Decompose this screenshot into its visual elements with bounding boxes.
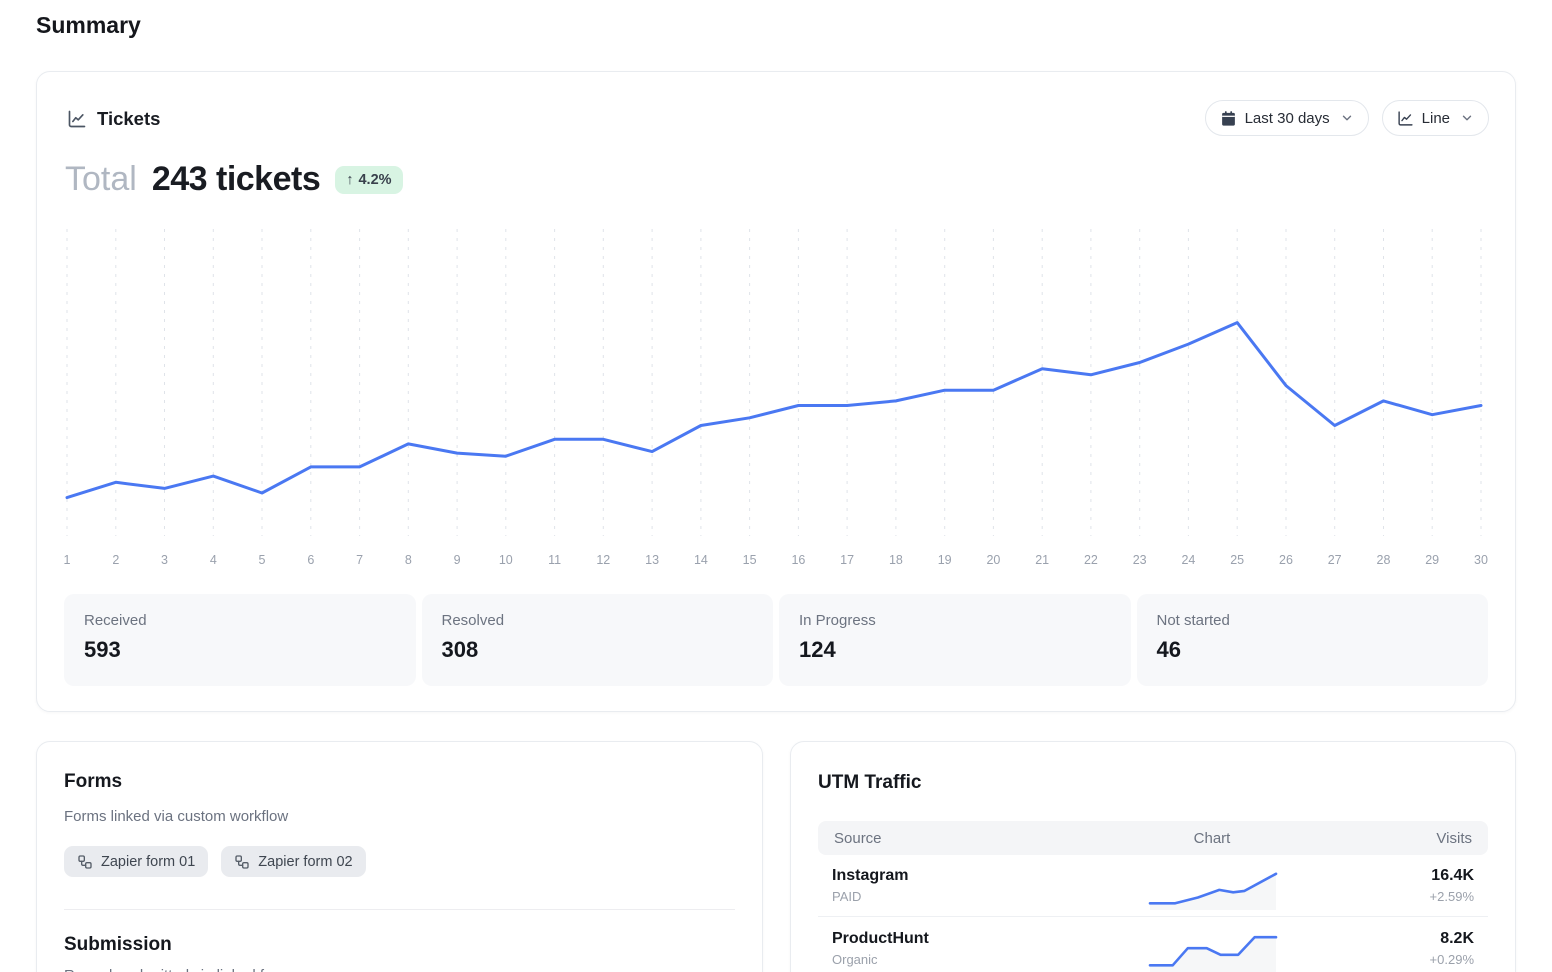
producthunt-sparkline xyxy=(1148,935,1278,972)
sparkline-fill xyxy=(1150,937,1276,972)
trend-badge: ↑ 4.2% xyxy=(335,165,403,194)
x-axis-label: 15 xyxy=(743,553,757,567)
source-category: PAID xyxy=(832,889,862,904)
x-axis-label: 14 xyxy=(694,553,708,567)
x-axis-label: 25 xyxy=(1230,553,1244,567)
x-axis-label: 23 xyxy=(1133,553,1147,567)
visits-value: 8.2K xyxy=(1440,929,1474,947)
column-header-source: Source xyxy=(834,829,882,847)
x-axis-label: 13 xyxy=(645,553,659,567)
stat-value: 46 xyxy=(1156,637,1181,662)
tickets-card-title: Tickets xyxy=(97,108,161,129)
x-axis-label: 12 xyxy=(596,553,610,567)
x-axis-label: 19 xyxy=(938,553,952,567)
chevron-down-icon xyxy=(1340,111,1354,125)
utm-traffic-title: UTM Traffic xyxy=(818,772,922,793)
x-axis-label: 26 xyxy=(1279,553,1293,567)
x-axis-label: 3 xyxy=(161,553,168,567)
stat-label: In Progress xyxy=(799,612,876,629)
tickets-card: Tickets Last 30 days Line Total 243 tick… xyxy=(36,71,1516,712)
form-tag-label: Zapier form 02 xyxy=(258,853,353,870)
stat-label: Not started xyxy=(1156,612,1230,629)
workflow-icon xyxy=(77,854,93,870)
x-axis-label: 11 xyxy=(548,553,561,567)
chart-type-button[interactable]: Line xyxy=(1381,100,1489,136)
total-label: Total xyxy=(65,160,137,198)
form-tag-zapier-01[interactable]: Zapier form 01 xyxy=(64,846,209,877)
table-row-instagram[interactable]: Instagram PAID 16.4K +2.59% xyxy=(818,855,1488,917)
x-axis-label: 8 xyxy=(405,553,412,567)
x-axis-label: 9 xyxy=(454,553,461,567)
x-axis-label: 4 xyxy=(210,553,217,567)
stat-tile-not-started: Not started 46 xyxy=(1136,594,1488,686)
stat-value: 593 xyxy=(84,637,121,662)
visits-change: +2.59% xyxy=(1429,889,1474,904)
submission-subtitle: Records submitted via linked forms xyxy=(64,967,735,972)
chevron-down-icon xyxy=(1460,111,1474,125)
page-title: Summary xyxy=(36,12,141,38)
source-name: Instagram xyxy=(832,867,909,884)
x-axis-label: 24 xyxy=(1181,553,1195,567)
chart-line-icon xyxy=(67,109,87,129)
date-range-label: Last 30 days xyxy=(1244,109,1330,127)
trend-up-icon: ↑ xyxy=(346,171,354,188)
chart-line-icon xyxy=(1397,110,1414,127)
instagram-sparkline xyxy=(1148,872,1278,910)
x-axis-label: 28 xyxy=(1377,553,1391,567)
tickets-card-header: Tickets xyxy=(67,108,160,130)
form-tag-label: Zapier form 01 xyxy=(101,853,196,870)
tickets-line-chart: 1 2 3 4 5 6 7 8 9 10 11 12 13 14 15 16 17 18 19 20 21 22 23 24 2… xyxy=(64,229,1488,567)
stat-value: 124 xyxy=(799,637,836,662)
visits-change: +0.29% xyxy=(1429,951,1474,967)
source-name: ProductHunt xyxy=(832,929,929,947)
x-axis-label: 22 xyxy=(1084,553,1098,567)
stat-value: 308 xyxy=(441,637,479,662)
form-tag-zapier-02[interactable]: Zapier form 02 xyxy=(221,846,366,877)
source-category: Organic xyxy=(832,951,878,967)
divider xyxy=(64,909,735,910)
stat-tile-resolved: Resolved 308 xyxy=(421,594,773,686)
x-axis-label: 18 xyxy=(889,553,903,567)
tickets-series-line xyxy=(65,321,1483,500)
calendar-icon xyxy=(1220,110,1237,127)
workflow-icon xyxy=(234,854,250,870)
stat-tile-received: Received 593 xyxy=(64,594,416,686)
x-axis-label: 1 xyxy=(64,553,71,567)
total-value: 243 tickets xyxy=(151,160,321,198)
x-axis-label: 5 xyxy=(259,553,266,567)
stat-tile-in-progress: In Progress 124 xyxy=(779,594,1131,686)
chart-type-label: Line xyxy=(1421,109,1450,127)
forms-subtitle: Forms linked via custom workflow xyxy=(64,808,289,825)
x-axis-label: 7 xyxy=(356,553,363,567)
x-axis-label: 17 xyxy=(840,553,854,567)
x-axis-label: 21 xyxy=(1035,553,1049,567)
x-axis-label: 10 xyxy=(499,553,513,567)
forms-tags: Zapier form 01 Zapier form 02 xyxy=(64,846,366,877)
x-axis-label: 20 xyxy=(986,553,1000,567)
column-header-chart: Chart xyxy=(1193,829,1231,847)
utm-traffic-card: UTM Traffic Source Chart Visits Instagra… xyxy=(790,741,1516,972)
column-header-visits: Visits xyxy=(1436,829,1472,847)
submission-title: Submission xyxy=(64,934,172,955)
forms-title: Forms xyxy=(64,771,123,792)
visits-value: 16.4K xyxy=(1431,867,1474,884)
forms-card: Forms Forms linked via custom workflow Z… xyxy=(36,741,763,972)
table-row-producthunt[interactable]: ProductHunt Organic 8.2K +0.29% xyxy=(818,917,1488,972)
x-axis-label: 2 xyxy=(112,553,119,567)
stat-label: Received xyxy=(84,612,147,629)
x-axis-label: 16 xyxy=(791,553,805,567)
x-axis-label: 30 xyxy=(1474,553,1488,567)
date-range-button[interactable]: Last 30 days xyxy=(1204,100,1369,136)
stat-label: Resolved xyxy=(441,612,505,629)
trend-value: 4.2% xyxy=(358,171,392,188)
ticket-stats-row: Received 593 Resolved 308 In Progress 12… xyxy=(64,594,1488,686)
x-axis-label: 29 xyxy=(1425,553,1439,567)
x-axis-label: 6 xyxy=(307,553,314,567)
utm-table-header: Source Chart Visits xyxy=(818,821,1488,855)
x-axis-label: 27 xyxy=(1328,553,1342,567)
